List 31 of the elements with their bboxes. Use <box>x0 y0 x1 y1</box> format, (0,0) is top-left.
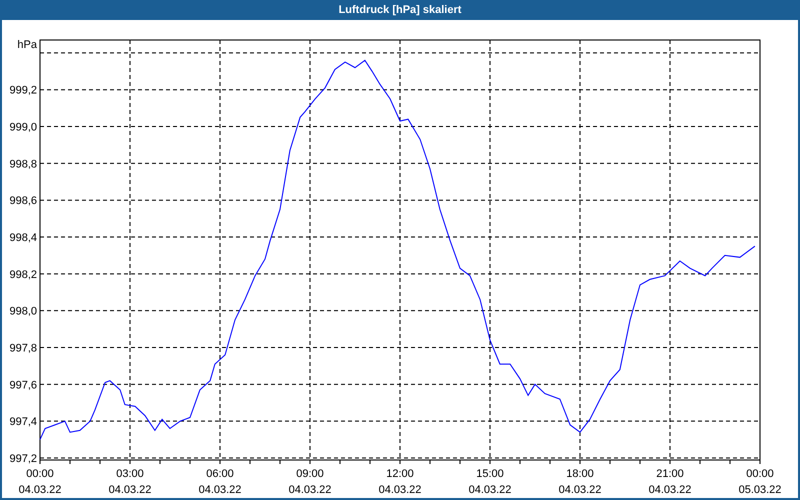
x-tick-label: 00:00 <box>746 468 774 480</box>
x-tick-label: 21:00 <box>656 468 684 480</box>
x-tick-label: 18:00 <box>566 468 594 480</box>
y-tick-label: 999,2 <box>9 84 37 97</box>
y-tick-label: 997,6 <box>9 379 37 392</box>
x-tick-label: 09:00 <box>296 468 324 480</box>
x-tick-date: 04.03.22 <box>198 484 242 496</box>
y-axis-unit: hPa <box>17 39 37 51</box>
x-tick-date: 04.03.22 <box>648 484 692 496</box>
x-tick-date: 04.03.22 <box>558 484 602 496</box>
y-tick-label: 998,2 <box>9 268 37 281</box>
x-tick-date: 04.03.22 <box>468 484 512 496</box>
x-tick-label: 06:00 <box>206 468 234 480</box>
y-tick-label: 998,6 <box>9 195 37 208</box>
y-tick-label: 997,4 <box>9 416 37 428</box>
x-tick-date: 04.03.22 <box>378 484 422 496</box>
x-tick-label: 15:00 <box>476 468 504 480</box>
y-tick-label: 997,8 <box>9 342 37 355</box>
x-tick-date: 05.03.22 <box>738 484 782 496</box>
x-tick-date: 04.03.22 <box>108 484 152 496</box>
y-tick-label: 998,8 <box>9 158 37 170</box>
y-tick-label: 998,0 <box>9 306 37 318</box>
x-tick-label: 12:00 <box>386 468 414 480</box>
y-tick-label: 997,2 <box>9 453 37 465</box>
y-tick-label: 999,0 <box>9 122 37 134</box>
x-tick-date: 04.03.22 <box>18 484 62 496</box>
window-title: Luftdruck [hPa] skaliert <box>338 2 462 18</box>
x-tick-label: 00:00 <box>26 468 54 480</box>
x-tick-date: 04.03.22 <box>288 484 332 496</box>
y-tick-label: 998,4 <box>9 232 37 244</box>
x-tick-label: 03:00 <box>116 468 144 480</box>
